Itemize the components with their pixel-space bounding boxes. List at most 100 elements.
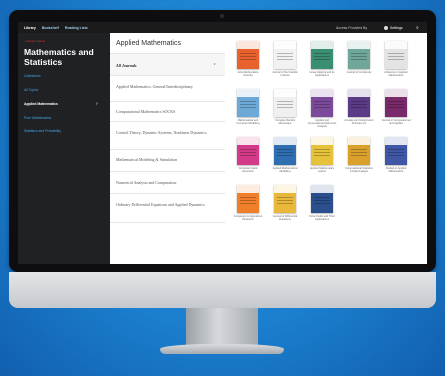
sidebar-title: Mathematics and Statistics	[24, 47, 94, 67]
journal-title[interactable]: Journal of Complexity	[344, 71, 374, 74]
journal-title[interactable]: Finite Fields and Their Applications	[307, 215, 337, 221]
cover-stripe	[277, 101, 293, 102]
topic-item[interactable]: Control Theory, Dynamic Systems, Nonline…	[110, 121, 225, 150]
cover-stripe	[277, 56, 293, 57]
chevron-right-icon: ›	[96, 101, 98, 107]
cover-stripe	[240, 101, 256, 102]
cover-stripe	[314, 59, 330, 60]
sidebar-item-applied-mathematics[interactable]: Applied Mathematics	[24, 102, 58, 106]
cover-title-band	[237, 89, 259, 97]
access-provided-label: Access Provided By	[336, 25, 368, 30]
journal-cover[interactable]	[311, 185, 333, 213]
journal-cover[interactable]	[274, 185, 296, 213]
journal-title[interactable]: Journal of Differential Equations	[270, 215, 300, 221]
journal-cover[interactable]	[274, 41, 296, 69]
journal-cover[interactable]	[348, 89, 370, 117]
cover-stripe	[314, 197, 330, 198]
journal-cover[interactable]	[385, 137, 407, 165]
topic-item[interactable]: Ordinary Differential Equations and Appl…	[110, 193, 225, 223]
nav-library[interactable]: Library	[24, 26, 36, 30]
sidebar-item-statistics[interactable]: Statistics and Probability	[24, 129, 61, 133]
cover-stripe	[240, 197, 256, 198]
cover-title-band	[311, 41, 333, 49]
sidebar-item-pure-mathematics[interactable]: Pure Mathematics	[24, 116, 51, 120]
topic-item-label: Numerical Analysis and Computation	[116, 180, 177, 185]
topic-list-heading: Applied Mathematics	[116, 40, 181, 47]
cover-title-band	[385, 89, 407, 97]
topic-item-label: All Journals	[116, 63, 137, 68]
journal-title[interactable]: Journal of Computational and Applied	[381, 119, 411, 125]
journal-title[interactable]: Advances in Applied Mathematics	[381, 71, 411, 77]
cover-stripe	[277, 152, 293, 153]
cover-stripe	[351, 149, 367, 150]
topic-item-label: Control Theory, Dynamic Systems, Nonline…	[116, 130, 207, 135]
monitor-stand-foot	[160, 344, 284, 354]
cover-stripe	[277, 197, 293, 198]
journal-title[interactable]: Annales de l'Institut Henri Poincare (C)	[344, 119, 374, 125]
topic-item[interactable]: Applied Mathematics: General/Interdiscip…	[110, 75, 225, 102]
journal-cover[interactable]	[237, 41, 259, 69]
cover-title-band	[348, 41, 370, 49]
nav-reading-lists[interactable]: Reading Lists	[65, 26, 88, 30]
journal-cover[interactable]	[385, 41, 407, 69]
journal-title[interactable]: Computer Aided Geometric	[233, 167, 263, 173]
cover-title-band	[311, 89, 333, 97]
topic-item[interactable]: Mathematical Modeling & Simulation	[110, 149, 225, 172]
topic-item[interactable]: Numerical Analysis and Computation	[110, 171, 225, 194]
sidebar-item-collections[interactable]: Collections	[24, 74, 41, 78]
cover-stripe	[388, 107, 404, 108]
cover-stripe	[351, 107, 367, 108]
nav-bookshelf[interactable]: Bookshelf	[42, 26, 59, 30]
search-icon[interactable]: ⚲	[416, 26, 419, 30]
cover-title-band	[274, 89, 296, 97]
cover-stripe	[351, 56, 367, 57]
back-link[interactable]: < Always Select	[24, 39, 45, 43]
journal-cover[interactable]	[348, 41, 370, 69]
cover-stripe	[314, 101, 330, 102]
journal-cover[interactable]	[274, 137, 296, 165]
journal-cover[interactable]	[348, 137, 370, 165]
cover-stripe	[314, 200, 330, 201]
cover-stripe	[277, 200, 293, 201]
cover-title-band	[385, 137, 407, 145]
sidebar-item-all-topics[interactable]: All Topics	[24, 88, 38, 92]
journal-cover[interactable]	[237, 89, 259, 117]
cover-title-band	[385, 41, 407, 49]
journal-cover[interactable]	[237, 137, 259, 165]
journal-title[interactable]: Linear Algebra and its Applications	[307, 71, 337, 77]
journal-title[interactable]: Acta Mathematica Scientia	[233, 71, 263, 77]
journal-title[interactable]: Computers & Operations Research	[233, 215, 263, 221]
cover-stripe	[240, 149, 256, 150]
cover-title-band	[237, 41, 259, 49]
journal-cover[interactable]	[385, 89, 407, 117]
topic-item-all-journals[interactable]: All Journals ›	[110, 53, 225, 76]
journal-cover[interactable]	[311, 89, 333, 117]
topic-item[interactable]: Computational Mathematics SOCKS	[110, 101, 225, 122]
journal-cover[interactable]	[311, 41, 333, 69]
journal-title[interactable]: Applied and Computational Harmonic Analy…	[307, 119, 337, 129]
cover-stripe	[240, 107, 256, 108]
journal-cover[interactable]	[237, 185, 259, 213]
cover-stripe	[388, 155, 404, 156]
journal-title[interactable]: Comptes Rendus Mecanique	[270, 119, 300, 125]
journal-title[interactable]: Journal of the Franklin Institute	[270, 71, 300, 77]
cover-stripe	[388, 101, 404, 102]
journal-title[interactable]: Mathematical and Computer Modelling	[233, 119, 263, 125]
journal-title[interactable]: Computational Statistics & Data Analysis	[344, 167, 374, 173]
monitor-chin	[9, 272, 436, 308]
cover-stripe	[277, 104, 293, 105]
journal-cover[interactable]	[274, 89, 296, 117]
settings-label: Settings	[390, 25, 403, 30]
journal-cover[interactable]	[311, 137, 333, 165]
cover-stripe	[240, 200, 256, 201]
cover-stripe	[240, 203, 256, 204]
camera-icon	[220, 14, 224, 18]
cover-stripe	[314, 155, 330, 156]
journal-title[interactable]: Applied Mathematics Letters	[307, 167, 337, 173]
settings-button[interactable]: Settings	[384, 25, 403, 30]
journal-title[interactable]: Studies in Applied Mathematics	[381, 167, 411, 173]
cover-stripe	[240, 59, 256, 60]
journal-title[interactable]: Applied Mathematical Modelling	[270, 167, 300, 173]
cover-title-band	[274, 41, 296, 49]
cover-stripe	[240, 53, 256, 54]
